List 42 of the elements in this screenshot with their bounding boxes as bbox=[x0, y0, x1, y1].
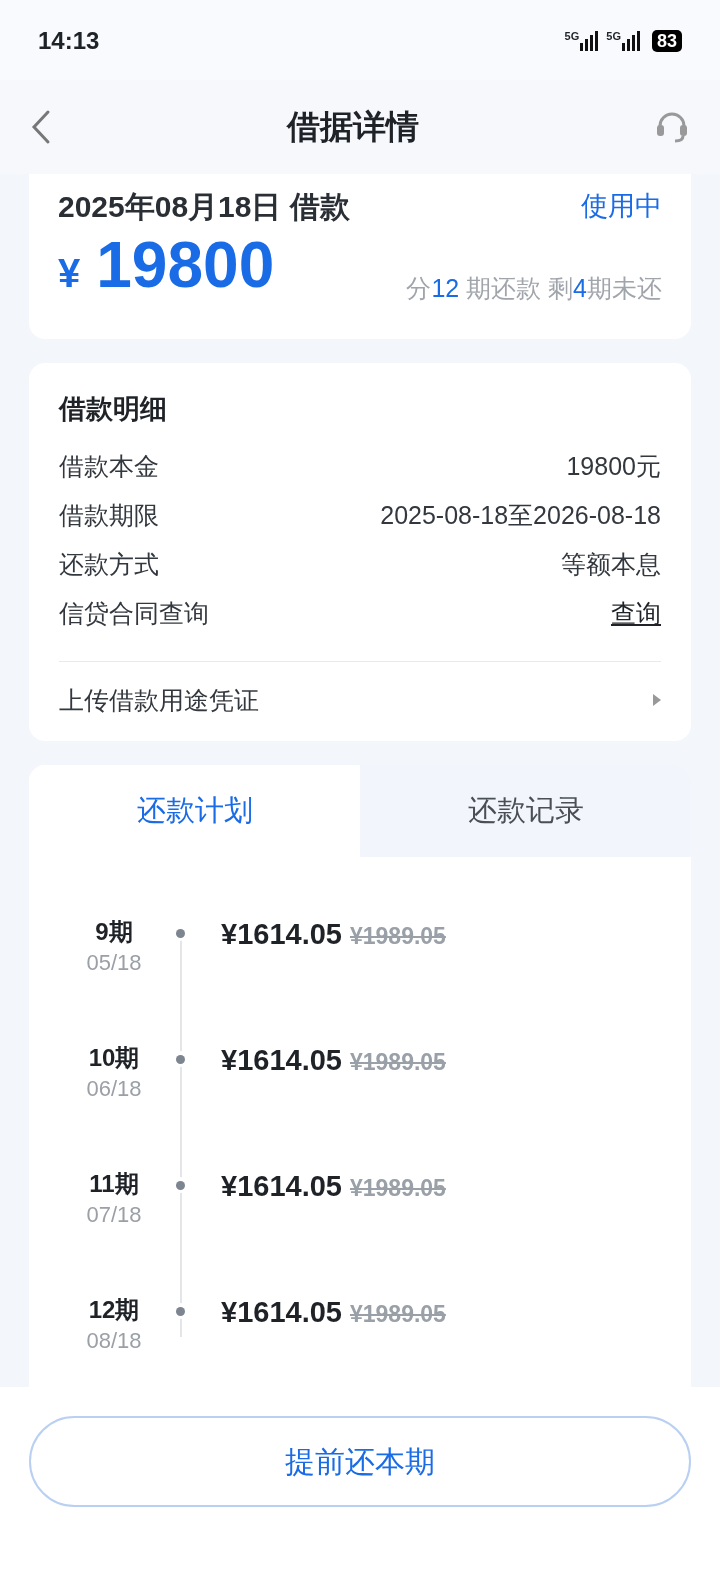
query-link[interactable]: 查询 bbox=[611, 594, 661, 633]
network-label: 5G bbox=[564, 31, 580, 42]
upload-label[interactable]: 上传借款用途凭证 bbox=[59, 681, 259, 719]
page-title: 借据详情 bbox=[287, 107, 419, 148]
detail-value: 19800元 bbox=[566, 450, 661, 482]
original-amount: ¥1989.05 bbox=[349, 1174, 446, 1203]
period-label: 9期 bbox=[95, 917, 133, 947]
caret-icon[interactable] bbox=[653, 694, 661, 707]
tab[interactable]: 还款记录 bbox=[360, 765, 691, 857]
prepay-button[interactable]: 提前还本期 bbox=[29, 1416, 691, 1507]
currency-symbol: ¥ bbox=[58, 250, 81, 297]
loan-date: 2025年08月18日 借款 bbox=[58, 189, 350, 225]
period-label: 12期 bbox=[88, 1295, 140, 1325]
signal-icon bbox=[621, 31, 640, 51]
due-date: 08/18 bbox=[86, 1327, 142, 1355]
due-date: 06/18 bbox=[86, 1075, 142, 1103]
battery-indicator: 83 bbox=[651, 30, 682, 52]
network-label: 5G bbox=[606, 31, 621, 42]
due-date: 07/18 bbox=[86, 1201, 142, 1229]
detail-label: 还款方式 bbox=[59, 548, 159, 580]
installment-amount: ¥1614.05 bbox=[221, 1169, 342, 1203]
period-label: 11期 bbox=[89, 1169, 139, 1199]
period-label: 10期 bbox=[88, 1043, 140, 1073]
detail-value: 等额本息 bbox=[561, 548, 661, 580]
section-title: 借款明细 bbox=[59, 393, 168, 426]
detail-label: 借款本金 bbox=[59, 450, 159, 482]
detail-value: 2025-08-18至2026-08-18 bbox=[380, 499, 661, 531]
original-amount: ¥1989.05 bbox=[349, 922, 446, 951]
due-date: 05/18 bbox=[86, 949, 142, 977]
installment-amount: ¥1614.05 bbox=[221, 1043, 342, 1077]
original-amount: ¥1989.05 bbox=[349, 1300, 446, 1329]
status-time: 14:13 bbox=[38, 26, 100, 56]
detail-label: 借款期限 bbox=[59, 499, 159, 531]
back-icon[interactable] bbox=[30, 109, 52, 145]
installment-amount: ¥1614.05 bbox=[221, 917, 342, 951]
detail-label: 信贷合同查询 bbox=[59, 597, 209, 629]
signal-icon bbox=[580, 31, 599, 51]
original-amount: ¥1989.05 bbox=[349, 1048, 446, 1077]
installment-amount: ¥1614.05 bbox=[221, 1295, 342, 1329]
loan-status: 使用中 bbox=[581, 190, 662, 224]
installment-summary: 分12 期还款 剩4期未还 bbox=[406, 272, 662, 304]
loan-amount: 19800 bbox=[96, 233, 275, 297]
